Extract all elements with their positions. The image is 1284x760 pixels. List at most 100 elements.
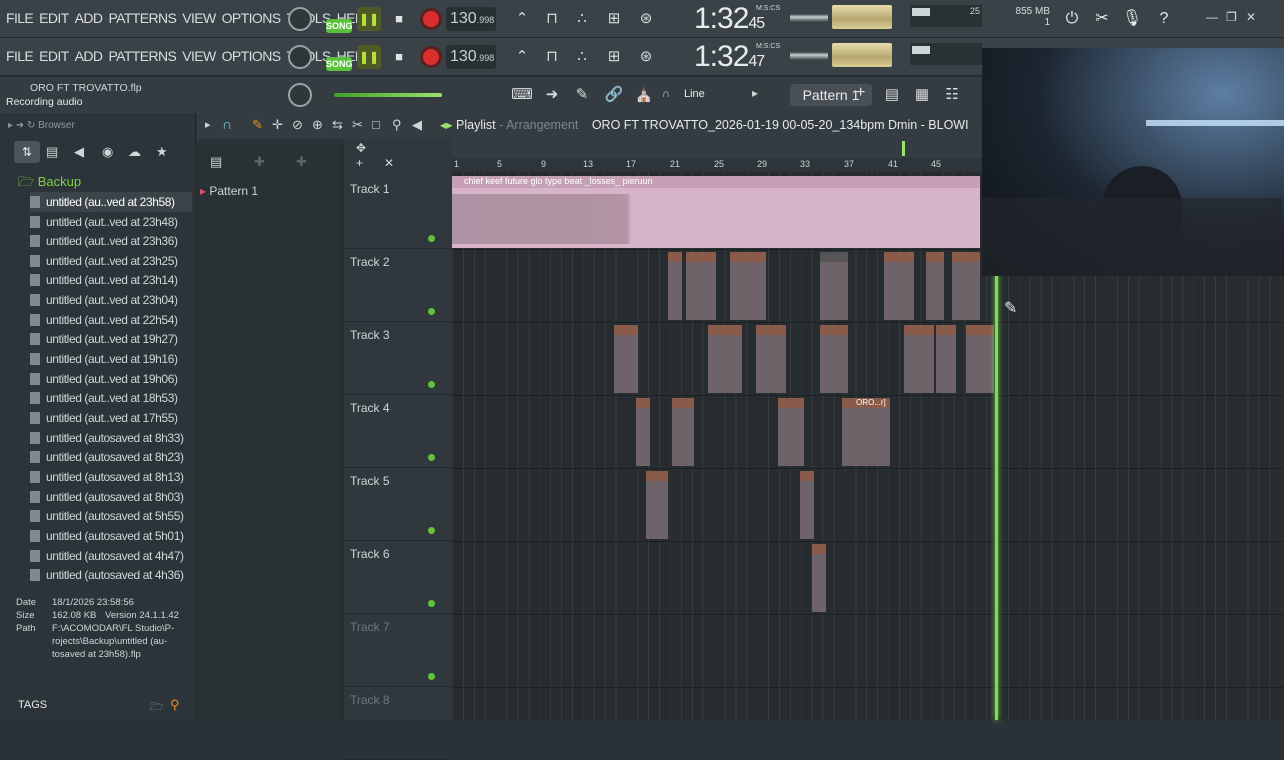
track-led-icon[interactable] xyxy=(428,600,435,607)
minimize-icon[interactable]: — xyxy=(1206,10,1218,24)
browser-all-icon[interactable]: ⇅ xyxy=(14,141,40,163)
audio-clip[interactable] xyxy=(646,471,668,539)
paint-tool-icon[interactable]: ✛ xyxy=(272,117,283,133)
mute-tool-icon[interactable]: ⊕ xyxy=(312,117,323,133)
browser-file-item[interactable]: untitled (aut..ved at 23h14) xyxy=(30,270,192,290)
browser-file-item[interactable]: untitled (aut..ved at 18h53) xyxy=(30,388,192,408)
timeline-scroll[interactable] xyxy=(452,139,982,158)
menu-patterns-2[interactable]: PATTERNS xyxy=(108,48,176,64)
audio-clip[interactable]: chief keef future glo type beat _losses_… xyxy=(452,176,980,248)
picker-automation-icon[interactable]: ✚ xyxy=(296,154,307,170)
metronome-icon[interactable]: ⌃ xyxy=(510,45,534,69)
browser-file-item[interactable]: untitled (aut..ved at 23h48) xyxy=(30,212,192,232)
audio-clip[interactable] xyxy=(904,325,934,393)
audio-clip[interactable] xyxy=(756,325,786,393)
track-header[interactable]: Track 5 xyxy=(344,468,452,541)
audio-clip[interactable] xyxy=(926,252,944,320)
slice-tool-icon[interactable]: ✂ xyxy=(352,117,363,133)
song-mode-button-2[interactable]: SONG xyxy=(326,57,353,71)
tag-search-icon[interactable]: ⚲ xyxy=(170,697,180,713)
menu-options-2[interactable]: OPTIONS xyxy=(222,48,281,64)
browser-speaker-icon[interactable]: ◀ xyxy=(74,144,84,160)
blend-notes-icon[interactable]: ⊛ xyxy=(634,45,658,69)
browser-file-item[interactable]: untitled (autosaved at 5h55) xyxy=(30,506,192,526)
audio-clip[interactable] xyxy=(672,398,694,466)
audio-clip[interactable] xyxy=(966,325,994,393)
audio-clip[interactable] xyxy=(884,252,914,320)
browser-file-item[interactable]: untitled (au..ved at 23h58) xyxy=(30,192,192,212)
audio-clip[interactable] xyxy=(936,325,956,393)
menu-add[interactable]: ADD xyxy=(75,10,103,26)
audio-clip[interactable] xyxy=(686,252,716,320)
menu-edit-2[interactable]: EDIT xyxy=(39,48,69,64)
channel-rack-icon[interactable]: ☷ xyxy=(940,83,964,107)
add-track-icon[interactable]: + xyxy=(356,156,363,170)
browser-file-item[interactable]: untitled (aut..ved at 19h06) xyxy=(30,369,192,389)
delete-tool-icon[interactable]: ⊘ xyxy=(292,117,303,133)
stop-button[interactable]: ■ xyxy=(389,7,409,31)
tag-folder-icon[interactable]: 🗁 xyxy=(150,698,164,717)
menu-file-2[interactable]: FILE xyxy=(6,48,34,64)
microphone-icon[interactable]: 🎙 xyxy=(1120,7,1144,31)
track-header[interactable]: Track 8 xyxy=(344,687,452,760)
help-icon[interactable]: ? xyxy=(1152,7,1176,31)
draw-tool-icon[interactable]: ✎ xyxy=(252,117,263,133)
browser-file-item[interactable]: untitled (autosaved at 8h03) xyxy=(30,487,192,507)
timeline-ruler[interactable]: 1 5 9 13 17 21 25 29 33 37 41 45 xyxy=(452,158,982,172)
select-tool-icon[interactable]: □ xyxy=(372,117,380,132)
audio-clip[interactable] xyxy=(614,325,638,393)
browser-plugin-icon[interactable]: ◉ xyxy=(102,144,113,160)
track-led-icon[interactable] xyxy=(428,308,435,315)
audio-clip[interactable] xyxy=(952,252,980,320)
browser-star-icon[interactable]: ★ xyxy=(156,144,168,160)
browser-file-item[interactable]: untitled (aut..ved at 23h36) xyxy=(30,231,192,251)
record-button-2[interactable] xyxy=(420,46,442,68)
track-header[interactable]: Track 4 xyxy=(344,395,452,468)
wait-input-icon[interactable]: ⊓ xyxy=(540,7,564,31)
add-pattern-icon[interactable]: + xyxy=(856,84,865,102)
snap-select[interactable]: Line xyxy=(684,88,705,100)
countdown-icon[interactable]: ∴ xyxy=(570,45,594,69)
browser-file-item[interactable]: untitled (autosaved at 8h13) xyxy=(30,467,192,487)
scissors-icon[interactable]: ✂ xyxy=(1090,7,1114,31)
blend-notes-icon[interactable]: ⊛ xyxy=(634,7,658,31)
browser-file-item[interactable]: untitled (autosaved at 4h36) xyxy=(30,565,192,585)
menu-add-2[interactable]: ADD xyxy=(75,48,103,64)
master-volume-slider[interactable] xyxy=(334,93,442,97)
play-button-2[interactable]: ❚❚ xyxy=(357,45,381,69)
song-mode-button[interactable]: SONG xyxy=(326,19,353,33)
menu-view[interactable]: VIEW xyxy=(182,10,216,26)
picker-patterns-icon[interactable]: ▤ xyxy=(210,154,222,170)
main-pitch-knob[interactable] xyxy=(288,83,312,107)
tempo-display[interactable]: 130.998 xyxy=(446,7,496,31)
master-volume-knob-2[interactable] xyxy=(288,45,312,69)
record-button[interactable] xyxy=(420,8,442,30)
browser-file-item[interactable]: untitled (aut..ved at 19h16) xyxy=(30,349,192,369)
wait-input-icon[interactable]: ⊓ xyxy=(540,45,564,69)
magnet-icon[interactable]: ∩ xyxy=(662,88,670,100)
picker-audio-icon[interactable]: ✚ xyxy=(254,154,265,170)
step-edit-icon[interactable]: ⊞ xyxy=(602,7,626,31)
slip-tool-icon[interactable]: ⇆ xyxy=(332,117,343,133)
audio-clip[interactable] xyxy=(668,252,682,320)
play-button[interactable]: ❚❚ xyxy=(357,7,381,31)
metronome-icon[interactable]: ⌃ xyxy=(510,7,534,31)
browser-file-item[interactable]: untitled (autosaved at 5h01) xyxy=(30,526,192,546)
track-header[interactable]: Track 1 xyxy=(344,176,452,249)
playlist-icon[interactable]: ▤ xyxy=(880,83,904,107)
track-led-icon[interactable] xyxy=(428,454,435,461)
arrow-right-icon[interactable]: ➜ xyxy=(540,83,564,107)
menu-file[interactable]: FILE xyxy=(6,10,34,26)
menu-edit[interactable]: EDIT xyxy=(39,10,69,26)
browser-file-item[interactable]: untitled (autosaved at 8h33) xyxy=(30,428,192,448)
track-led-icon[interactable] xyxy=(428,673,435,680)
browser-file-item[interactable]: untitled (autosaved at 8h23) xyxy=(30,447,192,467)
stop-button-2[interactable]: ■ xyxy=(389,45,409,69)
tempo-display-2[interactable]: 130.998 xyxy=(446,45,496,69)
audio-clip[interactable] xyxy=(820,252,848,320)
track-led-icon[interactable] xyxy=(428,381,435,388)
audio-clip[interactable] xyxy=(636,398,650,466)
chevron-right-icon[interactable]: ▸ xyxy=(205,118,211,131)
zoom-tool-icon[interactable]: ⚲ xyxy=(392,117,402,133)
magnet-icon[interactable]: ∩ xyxy=(222,116,232,132)
